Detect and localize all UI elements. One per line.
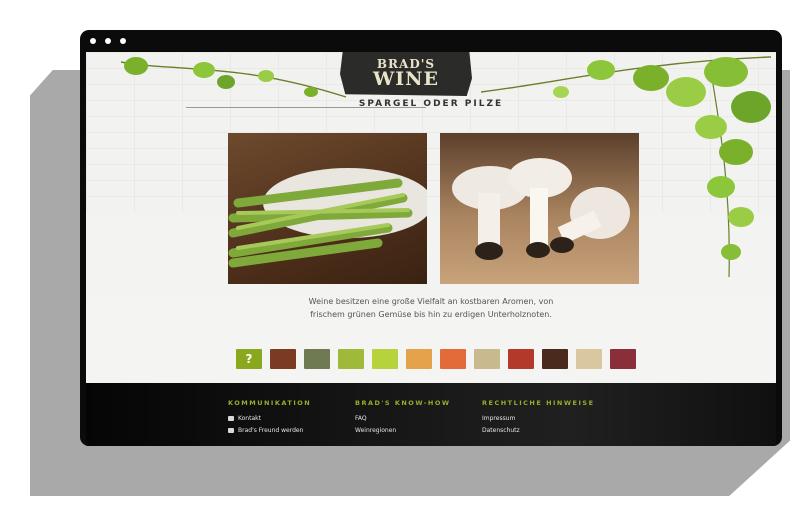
fruit-thumbnail[interactable] [440,349,466,369]
aroma-thumbnail-strip: ? [236,349,636,369]
cheese-thumbnail[interactable] [576,349,602,369]
footer-link-label: Kontakt [238,415,261,422]
orange-thumbnail[interactable] [406,349,432,369]
footer-column-legal: RECHTLICHE HINWEISE Impressum Datenschut… [482,399,595,439]
chocolate-thumbnail[interactable] [542,349,568,369]
asparagus-illustration [228,168,427,268]
steak-thumbnail[interactable] [270,349,296,369]
footer-column-knowhow: BRAD'S KNOW-HOW FAQ Weinregionen [355,399,451,439]
logo-line-2: WINE [372,68,440,90]
window-dot-1[interactable] [90,38,96,44]
facebook-icon [228,428,234,433]
asparagus-photo [228,133,427,284]
lime-thumbnail[interactable] [372,349,398,369]
site-footer: KOMMUNIKATION Kontakt Brad's Freund werd… [86,383,776,446]
footer-link-weinregionen[interactable]: Weinregionen [355,427,451,434]
description-line-1: Weine besitzen eine große Vielfalt an ko… [308,297,554,306]
footer-link-facebook[interactable]: Brad's Freund werden [228,427,311,434]
mushroom-illustration [452,158,630,260]
footer-link-faq[interactable]: FAQ [355,415,451,422]
window-controls [90,38,126,44]
brand-logo[interactable]: BRAD'S WINE [340,52,472,96]
mail-icon [228,416,234,421]
bread-thumbnail[interactable] [474,349,500,369]
pepper-thumbnail[interactable] [508,349,534,369]
footer-heading-legal: RECHTLICHE HINWEISE [482,399,595,407]
page-content: BRAD'S WINE SPARGEL ODER PILZE Weine bes… [86,52,776,383]
berry-thumbnail[interactable] [610,349,636,369]
page-title: SPARGEL ODER PILZE [358,99,504,109]
footer-link-kontakt[interactable]: Kontakt [228,415,311,422]
footer-column-communication: KOMMUNIKATION Kontakt Brad's Freund werd… [228,399,311,439]
grapes-thumbnail[interactable] [338,349,364,369]
footer-link-label: Brad's Freund werden [238,427,304,434]
description-line-2: frischem grünen Gemüse bis hin zu erdige… [310,310,552,319]
window-dot-2[interactable] [105,38,111,44]
landscape-thumbnail[interactable] [304,349,330,369]
footer-link-impressum[interactable]: Impressum [482,415,595,422]
mushroom-photo [440,133,639,284]
browser-window: BRAD'S WINE SPARGEL ODER PILZE Weine bes… [80,30,782,446]
footer-link-datenschutz[interactable]: Datenschutz [482,427,595,434]
description-text: Weine besitzen eine große Vielfalt an ko… [301,295,561,321]
footer-heading-knowhow: BRAD'S KNOW-HOW [355,399,451,407]
page-viewport: BRAD'S WINE SPARGEL ODER PILZE Weine bes… [86,52,776,446]
help-thumbnail[interactable]: ? [236,349,262,369]
window-dot-3[interactable] [120,38,126,44]
footer-heading-communication: KOMMUNIKATION [228,399,312,407]
